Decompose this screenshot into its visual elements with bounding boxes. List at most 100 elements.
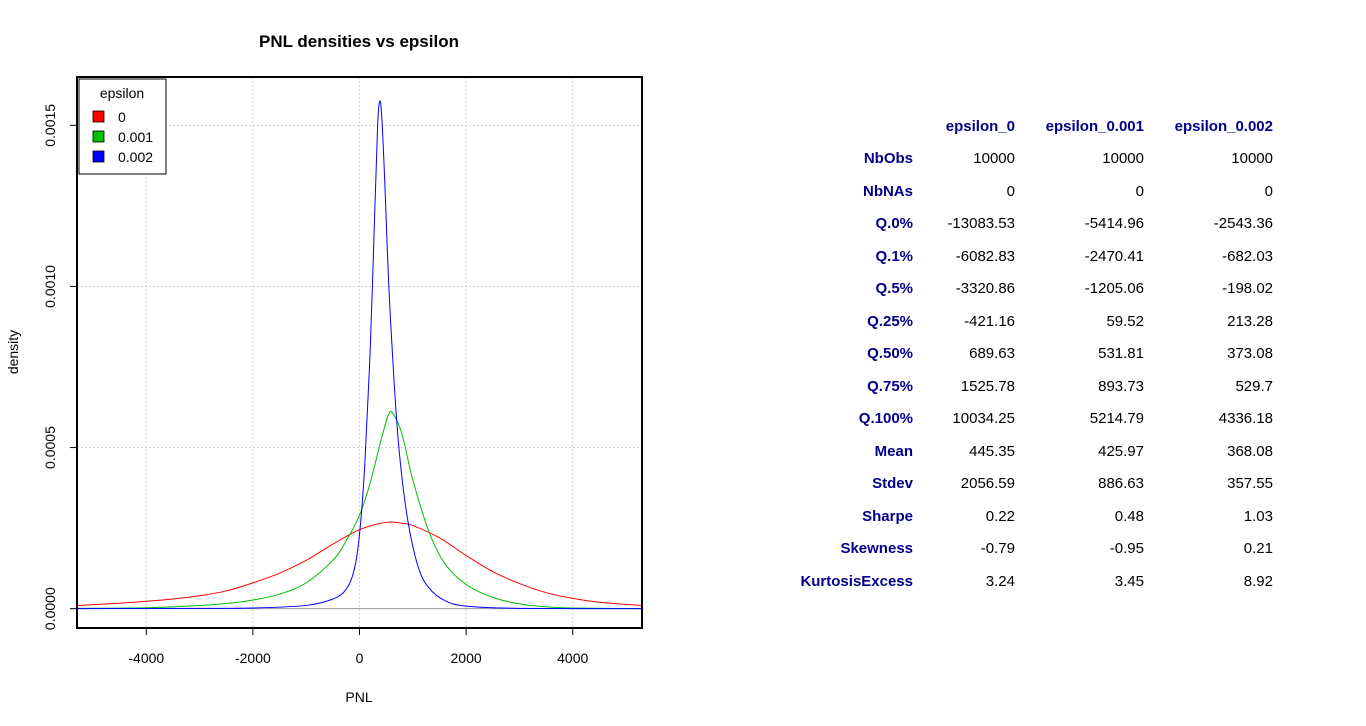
table-row: Stdev 2056.59 886.63 357.55: [740, 468, 1273, 501]
y-tick-label: 0.0005: [42, 426, 58, 469]
table-row: NbNAs 0 0 0: [740, 175, 1273, 208]
table-row: Skewness -0.79 -0.95 0.21: [740, 533, 1273, 566]
table-cell: 529.7: [1235, 377, 1273, 395]
table-cell: 0.21: [1243, 540, 1273, 558]
table-cell: -0.95: [1109, 540, 1144, 558]
table-corner: [740, 110, 913, 143]
legend-label: 0.001: [118, 129, 153, 145]
table-row: Sharpe 0.22 0.48 1.03: [740, 500, 1273, 533]
row-label: Q.1%: [875, 247, 913, 265]
table-row: Q.100% 10034.25 5214.79 4336.18: [740, 403, 1273, 436]
table-row: Q.0% -13083.53 -5414.96 -2543.36: [740, 208, 1273, 241]
table-cell: 2056.59: [960, 475, 1015, 493]
x-tick-label: 4000: [557, 650, 588, 666]
y-axis: 0.0000 0.0005 0.0010 0.0015: [42, 104, 77, 630]
stats-table: epsilon_0 epsilon_0.001 epsilon_0.002 Nb…: [740, 110, 1273, 598]
table-row: Q.25% -421.16 59.52 213.28: [740, 305, 1273, 338]
table-cell: -5414.96: [1084, 215, 1144, 233]
table-cell: 3.45: [1114, 572, 1144, 590]
x-axis: -4000 -2000 0 2000 4000: [128, 628, 588, 666]
table-cell: -3320.86: [955, 280, 1015, 298]
table-cell: 59.52: [1106, 312, 1144, 330]
row-label: Sharpe: [862, 507, 913, 525]
column-header: epsilon_0: [945, 117, 1015, 135]
column-header: epsilon_0.001: [1045, 117, 1144, 135]
table-cell: 893.73: [1098, 377, 1144, 395]
row-label: Skewness: [840, 540, 913, 558]
table-cell: -6082.83: [955, 247, 1015, 265]
table-row: KurtosisExcess 3.24 3.45 8.92: [740, 565, 1273, 598]
table-cell: -198.02: [1222, 280, 1273, 298]
table-cell: 1.03: [1243, 507, 1273, 525]
table-cell: -0.79: [980, 540, 1015, 558]
table-cell: 1525.78: [960, 377, 1015, 395]
legend-swatch: [92, 130, 105, 143]
table-cell: -2470.41: [1084, 247, 1144, 265]
table-cell: 4336.18: [1218, 410, 1273, 428]
x-tick-label: 2000: [451, 650, 482, 666]
table-cell: 886.63: [1098, 475, 1144, 493]
table-cell: 10000: [973, 150, 1015, 168]
row-label: Q.5%: [875, 280, 913, 298]
table-cell: 5214.79: [1089, 410, 1144, 428]
table-cell: 0.48: [1114, 507, 1144, 525]
table-cell: 0: [1264, 182, 1273, 200]
y-axis-label: density: [5, 330, 21, 374]
density-plot: PNL densities vs epsilon -4000 -2000 0 2000…: [5, 32, 643, 705]
row-label: Q.0%: [875, 215, 913, 233]
x-axis-label: PNL: [345, 689, 372, 705]
legend: epsilon 0 0.001 0.002: [78, 78, 167, 175]
table-row: Q.5% -3320.86 -1205.06 -198.02: [740, 273, 1273, 306]
table-cell: 531.81: [1098, 345, 1144, 363]
table-cell: 0: [1006, 182, 1015, 200]
legend-label: 0.002: [118, 149, 153, 165]
table-cell: 10000: [1231, 150, 1273, 168]
x-tick-label: 0: [356, 650, 364, 666]
table-cell: 689.63: [969, 345, 1015, 363]
row-label: Mean: [874, 442, 913, 460]
row-label: NbNAs: [862, 182, 913, 200]
table-cell: 0.22: [985, 507, 1015, 525]
table-cell: 10000: [1102, 150, 1144, 168]
x-tick-label: -4000: [128, 650, 164, 666]
row-label: Q.25%: [867, 312, 913, 330]
table-row: Q.75% 1525.78 893.73 529.7: [740, 370, 1273, 403]
table-cell: -2543.36: [1213, 215, 1273, 233]
stats-table-body: NbObs 10000 10000 10000 NbNAs 0 0 0 Q.0% -13083.5…: [740, 143, 1273, 598]
row-label: NbObs: [863, 150, 913, 168]
x-tick-label: -2000: [235, 650, 271, 666]
table-cell: 0: [1135, 182, 1144, 200]
table-row: Mean 445.35 425.97 368.08: [740, 435, 1273, 468]
y-tick-label: 0.0010: [42, 265, 58, 308]
row-label: Q.100%: [858, 410, 913, 428]
table-cell: 368.08: [1227, 442, 1273, 460]
table-cell: 445.35: [969, 442, 1015, 460]
table-cell: 373.08: [1227, 345, 1273, 363]
chart-title: PNL densities vs epsilon: [259, 32, 459, 51]
table-row: Q.50% 689.63 531.81 373.08: [740, 338, 1273, 371]
y-tick-label: 0.0015: [42, 104, 58, 147]
table-cell: 357.55: [1227, 475, 1273, 493]
legend-swatch: [92, 110, 105, 123]
table-cell: 3.24: [985, 572, 1015, 590]
table-cell: -1205.06: [1084, 280, 1144, 298]
row-label: Stdev: [872, 475, 913, 493]
column-header: epsilon_0.002: [1174, 117, 1273, 135]
row-label: Q.50%: [867, 345, 913, 363]
row-label: Q.75%: [867, 377, 913, 395]
legend-swatch: [92, 150, 105, 163]
y-tick-label: 0.0000: [42, 587, 58, 630]
legend-title: epsilon: [100, 85, 144, 101]
table-row: NbObs 10000 10000 10000: [740, 143, 1273, 176]
table-header-row: epsilon_0 epsilon_0.001 epsilon_0.002: [740, 110, 1273, 143]
table-row: Q.1% -6082.83 -2470.41 -682.03: [740, 240, 1273, 273]
legend-label: 0: [118, 109, 126, 125]
table-cell: 213.28: [1227, 312, 1273, 330]
table-cell: 8.92: [1243, 572, 1273, 590]
table-cell: -682.03: [1222, 247, 1273, 265]
table-cell: 10034.25: [952, 410, 1015, 428]
table-cell: -13083.53: [947, 215, 1015, 233]
row-label: KurtosisExcess: [800, 572, 913, 590]
table-cell: -421.16: [964, 312, 1015, 330]
table-cell: 425.97: [1098, 442, 1144, 460]
